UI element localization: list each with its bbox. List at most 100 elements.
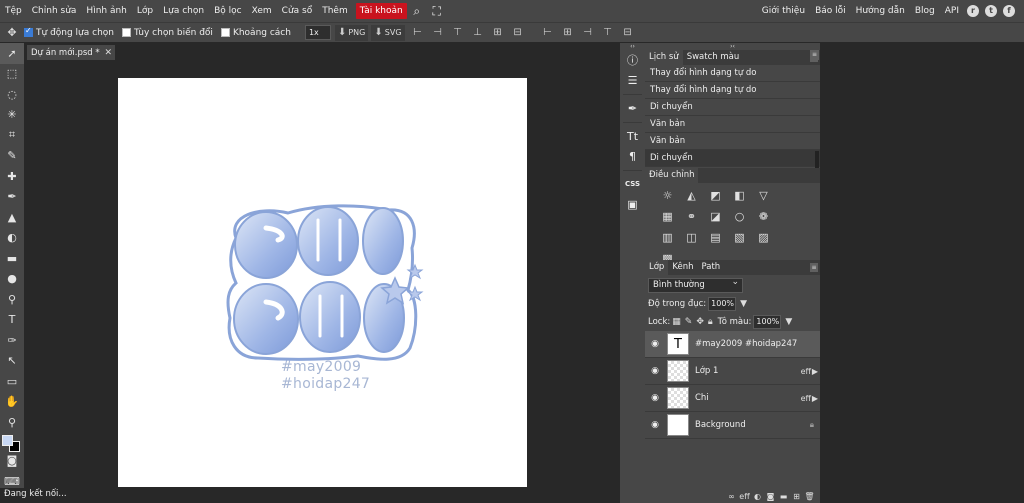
distances-checkbox[interactable]: Khoảng cách: [220, 28, 291, 38]
distribute-right-icon[interactable]: ⊣: [578, 23, 598, 43]
menu-edit[interactable]: Chỉnh sửa: [27, 0, 82, 22]
tab-channels[interactable]: Kênh: [668, 260, 697, 275]
export-png-button[interactable]: ⬇ PNG: [334, 24, 369, 41]
history-item-current[interactable]: Di chuyển: [645, 150, 820, 167]
distribute-middle-icon[interactable]: ⊟: [618, 23, 638, 43]
gradient-tool-icon[interactable]: ▬: [0, 248, 24, 269]
text-tool-icon[interactable]: T: [0, 310, 24, 331]
facebook-icon[interactable]: f: [1000, 0, 1018, 22]
layer-style-icon[interactable]: eff: [738, 492, 751, 501]
fill-dropdown-icon[interactable]: ▼: [785, 317, 792, 327]
checkbox-unchecked[interactable]: [220, 28, 230, 37]
close-icon[interactable]: ✕: [104, 48, 112, 58]
twitter-icon[interactable]: t: [982, 0, 1000, 22]
align-left-icon[interactable]: ⊢: [408, 23, 428, 43]
hand-tool-icon[interactable]: ✋: [0, 392, 24, 413]
crop-tool-icon[interactable]: ⌗: [0, 125, 24, 146]
lasso-tool-icon[interactable]: ◌: [0, 84, 24, 105]
character-panel-icon[interactable]: Tt: [620, 126, 645, 146]
align-bottom-icon[interactable]: ⊟: [508, 23, 528, 43]
history-item[interactable]: Thay đổi hình dạng tự do: [645, 82, 820, 99]
search-icon[interactable]: ⌕: [407, 0, 427, 22]
opacity-dropdown-icon[interactable]: ▼: [740, 299, 747, 309]
brightness-icon[interactable]: ☼: [661, 189, 674, 202]
align-vcenter-icon[interactable]: ⊞: [488, 23, 508, 43]
layer-row[interactable]: ◉ T #may2009 #hoidap247: [645, 331, 820, 358]
dodge-tool-icon[interactable]: ⚲: [0, 289, 24, 310]
gradient-map-icon[interactable]: ▨: [757, 231, 770, 244]
layer-row[interactable]: ◉ Chi eff ▶: [645, 385, 820, 412]
brush-panel-icon[interactable]: ✒: [620, 98, 645, 118]
fill-input[interactable]: 100%: [753, 315, 782, 329]
vibrance-icon[interactable]: ▽: [757, 189, 770, 202]
opacity-input[interactable]: 100%: [708, 297, 737, 311]
curves-icon[interactable]: ◩: [709, 189, 722, 202]
info-icon[interactable]: ⓘ: [620, 50, 645, 70]
menu-image[interactable]: Hình ảnh: [81, 0, 131, 22]
posterize-icon[interactable]: ▤: [709, 231, 722, 244]
link-layers-icon[interactable]: ∞: [725, 492, 738, 501]
document-tab[interactable]: Dự án mới.psd * ✕: [27, 45, 115, 60]
menu-view[interactable]: Xem: [247, 0, 277, 22]
visibility-eye-icon[interactable]: ◉: [645, 366, 665, 376]
shape-tool-icon[interactable]: ▭: [0, 371, 24, 392]
lock-all-icon[interactable]: 🔒︎: [708, 317, 713, 327]
checkbox-checked[interactable]: [24, 26, 33, 37]
blur-tool-icon[interactable]: ●: [0, 269, 24, 290]
visibility-eye-icon[interactable]: ◉: [645, 339, 665, 349]
reddit-icon[interactable]: r: [964, 0, 982, 22]
visibility-eye-icon[interactable]: ◉: [645, 393, 665, 403]
color-lookup-icon[interactable]: ▥: [661, 231, 674, 244]
menu-filter[interactable]: Bộ lọc: [209, 0, 247, 22]
photo-filter-icon[interactable]: ○: [733, 210, 746, 223]
layer-mask-icon[interactable]: ◙: [764, 492, 777, 501]
collapse-handle[interactable]: ›‹: [645, 43, 820, 50]
foreground-color[interactable]: [2, 434, 13, 446]
tab-swatches[interactable]: Swatch màu: [683, 50, 744, 65]
document-canvas[interactable]: #may2009 #hoidap247: [118, 78, 527, 487]
invert-icon[interactable]: ◫: [685, 231, 698, 244]
lock-transparency-icon[interactable]: ▦: [672, 317, 681, 327]
export-svg-button[interactable]: ⬇ SVG: [371, 24, 405, 41]
eyedropper-tool-icon[interactable]: ✎: [0, 146, 24, 167]
panel-menu-icon[interactable]: ≡: [810, 50, 819, 60]
menu-select[interactable]: Lựa chọn: [158, 0, 209, 22]
tab-history[interactable]: Lịch sử: [645, 50, 683, 65]
link-blog[interactable]: Blog: [910, 0, 940, 22]
tab-adjustments[interactable]: Điều chỉnh: [645, 168, 699, 183]
threshold-icon[interactable]: ▧: [733, 231, 746, 244]
paragraph-panel-icon[interactable]: ¶: [620, 146, 645, 166]
blend-mode-select[interactable]: Bình thường: [648, 276, 743, 293]
align-top-icon[interactable]: ⊥: [468, 23, 488, 43]
lock-pixels-icon[interactable]: ✎: [685, 317, 693, 327]
layer-row[interactable]: ◉ Lớp 1 eff ▶: [645, 358, 820, 385]
new-layer-icon[interactable]: ⊞: [790, 492, 803, 501]
eraser-tool-icon[interactable]: ◐: [0, 228, 24, 249]
history-item[interactable]: Văn bản: [645, 133, 820, 150]
align-right-icon[interactable]: ⊤: [448, 23, 468, 43]
zoom-tool-icon[interactable]: ⚲: [0, 412, 24, 433]
css-panel-icon[interactable]: CSS: [620, 174, 645, 194]
tab-layers[interactable]: Lớp: [645, 260, 669, 275]
collapse-handle[interactable]: ‹›: [620, 43, 645, 50]
menu-window[interactable]: Cửa sổ: [277, 0, 318, 22]
menu-file[interactable]: Tệp: [0, 0, 27, 22]
layer-row[interactable]: ◉ Background 🔒︎: [645, 412, 820, 439]
history-item[interactable]: Di chuyển: [645, 99, 820, 116]
stamp-tool-icon[interactable]: ▲: [0, 207, 24, 228]
menu-more[interactable]: Thêm: [317, 0, 353, 22]
hue-saturation-icon[interactable]: ▦: [661, 210, 674, 223]
distribute-top-icon[interactable]: ⊤: [598, 23, 618, 43]
healing-tool-icon[interactable]: ✚: [0, 166, 24, 187]
menu-layer[interactable]: Lớp: [132, 0, 158, 22]
link-api[interactable]: API: [940, 0, 964, 22]
properties-icon[interactable]: ☰: [620, 70, 645, 90]
adjustment-layer-icon[interactable]: ◐: [751, 492, 764, 501]
fullscreen-icon[interactable]: ⛶: [427, 0, 447, 22]
brush-tool-icon[interactable]: ✒: [0, 187, 24, 208]
quick-mask-icon[interactable]: ◙: [0, 451, 24, 472]
channel-mixer-icon[interactable]: ❁: [757, 210, 770, 223]
magic-wand-tool-icon[interactable]: ✳: [0, 105, 24, 126]
levels-icon[interactable]: ◭: [685, 189, 698, 202]
marquee-tool-icon[interactable]: ⬚: [0, 64, 24, 85]
